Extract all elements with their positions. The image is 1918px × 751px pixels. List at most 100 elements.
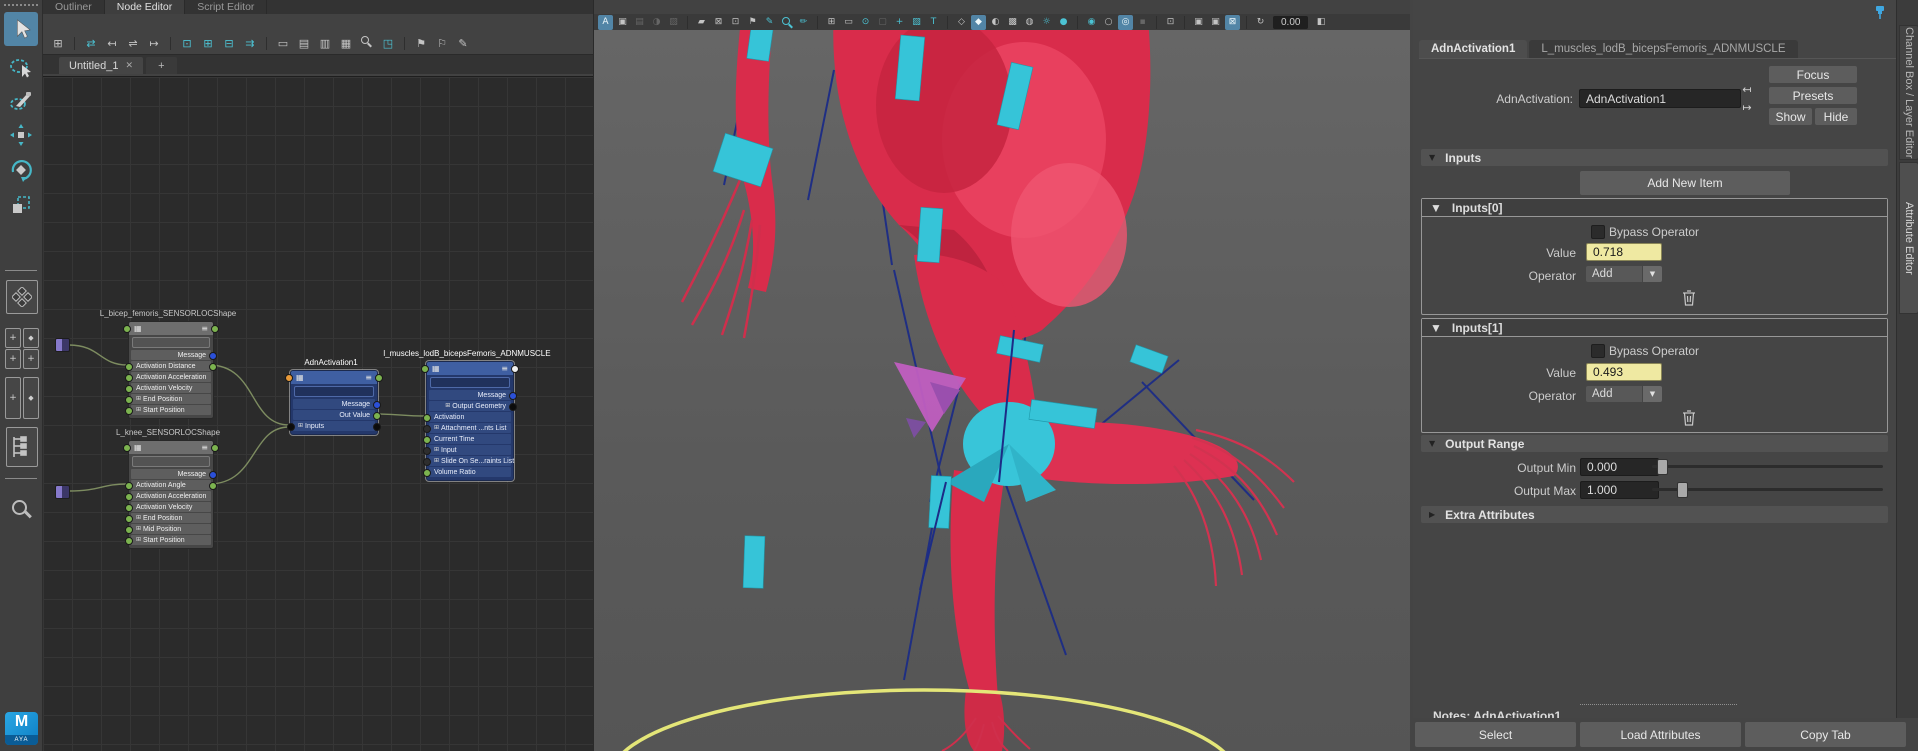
add-new-item-button[interactable]: Add New Item [1580, 171, 1790, 195]
node-port[interactable] [125, 363, 133, 371]
node-port[interactable] [125, 385, 133, 393]
lasso-tool-icon[interactable] [4, 50, 38, 84]
multisample-icon[interactable]: ◎ [1118, 15, 1133, 30]
sync-graph-icon[interactable]: ⇄ [82, 34, 100, 52]
chevron-down-icon[interactable]: ▼ [1643, 386, 1662, 402]
node-stub[interactable] [55, 338, 70, 352]
node-port[interactable] [511, 365, 519, 373]
exposure-field[interactable]: 0.00 [1273, 16, 1308, 29]
move-tool-icon[interactable] [4, 118, 38, 152]
gamma-icon[interactable]: ◧ [1313, 15, 1328, 30]
node-port[interactable] [125, 396, 133, 404]
node-filter-box[interactable] [132, 337, 210, 348]
node-attr-row[interactable]: ⊞Output Geometry [429, 401, 511, 411]
node-attr-row[interactable]: ⊞End Position [131, 513, 211, 523]
lighting-icon[interactable]: ☼ [1039, 15, 1054, 30]
node-port[interactable] [209, 352, 217, 360]
annotate-icon[interactable]: ✏ [796, 15, 811, 30]
output-max-input[interactable]: 1.000 [1580, 481, 1659, 499]
node-attr-row[interactable]: ⊞Inputs [293, 421, 375, 431]
node-header[interactable]: ▦≡ [129, 441, 213, 454]
node-port[interactable] [373, 412, 381, 420]
display-all-icon[interactable]: ▥ [316, 34, 334, 52]
frame-graph-icon[interactable]: ◳ [379, 34, 397, 52]
sequence-time-icon[interactable]: ▪ [1135, 15, 1150, 30]
exposure-icon[interactable]: ↻ [1253, 15, 1268, 30]
node-port[interactable] [373, 423, 381, 431]
shaded-icon[interactable]: ◆ [971, 15, 986, 30]
node-filter-box[interactable] [430, 377, 510, 388]
chevron-down-icon[interactable]: ▼ [1643, 266, 1662, 282]
inputs-0-header[interactable]: ▼ Inputs[0] [1422, 199, 1887, 217]
node-port[interactable] [125, 537, 133, 545]
gate-mask-icon[interactable]: ▢ [875, 15, 890, 30]
tab-adnactivation1[interactable]: AdnActivation1 [1419, 40, 1527, 58]
hide-button[interactable]: Hide [1815, 108, 1857, 125]
node-attr-row[interactable]: Activation [429, 412, 511, 422]
node-port[interactable] [423, 469, 431, 477]
trash-icon[interactable] [1681, 289, 1697, 306]
snapshot-icon[interactable]: ▣ [1191, 15, 1206, 30]
node-attr-row[interactable]: Out Value [293, 410, 375, 420]
node-port[interactable] [423, 447, 431, 455]
tab-muscle-node[interactable]: L_muscles_lodB_bicepsFemoris_ADNMUSCLE [1529, 40, 1797, 58]
input-connections-icon[interactable]: ↤ [103, 34, 121, 52]
new-tab-button[interactable]: + [146, 57, 176, 74]
resolution-gate-icon[interactable]: ⊙ [858, 15, 873, 30]
extra-attributes-section-header[interactable]: ▶ Extra Attributes [1421, 506, 1888, 523]
value-input[interactable]: 0.718 [1586, 243, 1662, 261]
node-attr-row[interactable]: Activation Distance [131, 361, 211, 371]
output-connections-icon[interactable]: ↦ [145, 34, 163, 52]
motion-blur-icon[interactable]: ○ [1101, 15, 1116, 30]
image-plane-stack-icon[interactable]: ▨ [666, 15, 681, 30]
camera-attributes-icon[interactable]: ⊡ [728, 15, 743, 30]
node-port[interactable] [209, 363, 217, 371]
bypass-operator-checkbox[interactable] [1591, 225, 1605, 239]
node-header[interactable]: ▦≡ [291, 371, 377, 384]
shadows-icon[interactable]: ● [1056, 15, 1071, 30]
node-attr-row[interactable]: ⊞Start Position [131, 405, 211, 415]
textured-icon[interactable]: ▩ [1005, 15, 1020, 30]
select-in-graph-icon[interactable]: ⊡ [178, 34, 196, 52]
inputs-1-header[interactable]: ▼ Inputs[1] [1422, 319, 1887, 337]
remove-selected-from-graph-icon[interactable]: ⊟ [220, 34, 238, 52]
node-sensor2[interactable]: ▦≡MessageActivation AngleActivation Acce… [128, 440, 214, 549]
node-editor-canvas[interactable]: L_bicep_femoris_SENSORLOCShape▦≡MessageA… [43, 76, 593, 751]
display-simple-icon[interactable]: ▭ [274, 34, 292, 52]
node-port[interactable] [285, 374, 293, 382]
viewport-3d-view[interactable] [594, 30, 1410, 751]
node-attr-row[interactable]: Activation Velocity [131, 383, 211, 393]
node-port[interactable] [125, 374, 133, 382]
node-port[interactable] [211, 444, 219, 452]
add-selected-to-graph-icon[interactable]: ⊞ [199, 34, 217, 52]
show-output-graph-icon[interactable]: ↦ [1739, 100, 1755, 114]
node-activation[interactable]: ▦≡ MessageOut Value⊞Inputs [290, 370, 378, 435]
safe-title-icon[interactable]: T [926, 15, 941, 30]
wireframe-icon[interactable]: ◇ [954, 15, 969, 30]
node-port[interactable] [423, 414, 431, 422]
node-filter-box[interactable] [294, 386, 374, 397]
display-full-icon[interactable]: ▦ [337, 34, 355, 52]
node-port[interactable] [125, 504, 133, 512]
panel-tab-node-editor[interactable]: Node Editor [105, 0, 185, 14]
node-attr-row[interactable]: ⊞Attachment ...nts List [429, 423, 511, 433]
layout-four-view-icon[interactable] [6, 280, 38, 314]
select-tool-icon[interactable] [4, 12, 38, 46]
safe-action-icon[interactable]: ▧ [909, 15, 924, 30]
show-button[interactable]: Show [1769, 108, 1812, 125]
layout-pane-a-icon[interactable]: + [5, 328, 21, 348]
node-attr-row[interactable]: Current Time [429, 434, 511, 444]
close-icon[interactable]: ✕ [126, 61, 134, 71]
default-material-icon[interactable]: ◑ [649, 15, 664, 30]
node-muscle[interactable]: ▦≡Message⊞Output GeometryActivation⊞Atta… [426, 361, 514, 481]
layout-split-left-icon[interactable]: + [5, 377, 21, 419]
node-attr-row[interactable]: Message [293, 399, 375, 409]
output-min-slider[interactable] [1652, 459, 1883, 473]
node-attr-row[interactable]: ⊞Slide On Se...raints List [429, 456, 511, 466]
scale-tool-icon[interactable] [4, 188, 38, 222]
pin-icon[interactable] [1872, 4, 1888, 20]
node-port[interactable] [125, 482, 133, 490]
node-menu-icon[interactable]: ≡ [365, 374, 372, 382]
node-port[interactable] [509, 392, 517, 400]
node-port[interactable] [123, 444, 131, 452]
